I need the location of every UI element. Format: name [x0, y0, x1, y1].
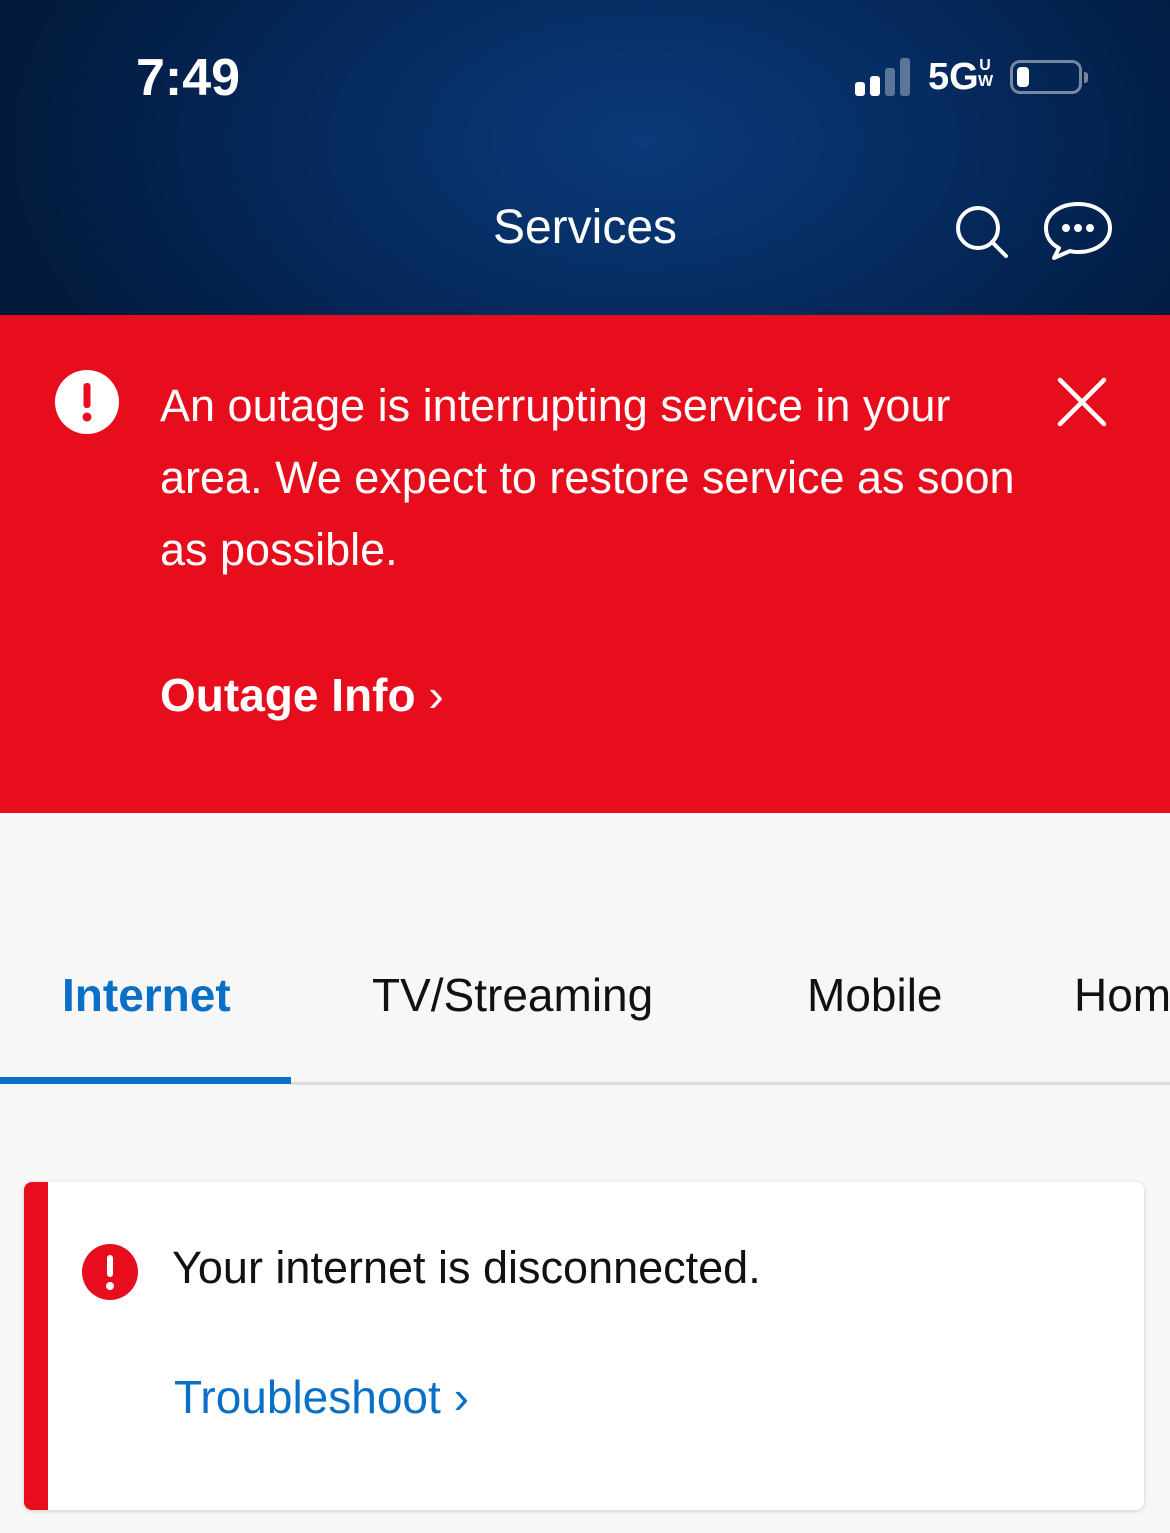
active-tab-indicator	[0, 1077, 291, 1084]
error-stripe	[24, 1182, 48, 1510]
chat-icon[interactable]	[1042, 200, 1114, 264]
status-time: 7:49	[136, 49, 241, 107]
exclamation-circle-icon	[82, 1244, 138, 1300]
internet-status-message: Your internet is disconnected.	[172, 1242, 761, 1293]
outage-message: An outage is interrupting service in you…	[160, 380, 1015, 575]
app-header: 7:49 5G UW Services	[0, 0, 1170, 315]
signal-icon	[855, 58, 915, 98]
tab-home[interactable]: Home	[1074, 968, 1170, 1022]
outage-info-link[interactable]: Outage Info ›	[160, 668, 444, 722]
network-type: 5G UW	[928, 56, 994, 98]
troubleshoot-link[interactable]: Troubleshoot ›	[174, 1370, 469, 1424]
internet-status-card: Your internet is disconnected. Troublesh…	[24, 1182, 1144, 1510]
close-icon[interactable]	[1052, 372, 1112, 432]
chevron-right-icon: ›	[453, 1371, 469, 1423]
battery-tip	[1084, 72, 1088, 83]
exclamation-circle-icon	[55, 370, 119, 434]
tab-internet[interactable]: Internet	[62, 968, 231, 1022]
tabs-divider	[291, 1082, 1170, 1085]
search-icon[interactable]	[950, 200, 1014, 264]
battery-icon	[1010, 60, 1082, 94]
tab-mobile[interactable]: Mobile	[807, 968, 943, 1022]
tab-tv-streaming[interactable]: TV/Streaming	[372, 968, 653, 1022]
chevron-right-icon: ›	[428, 669, 444, 721]
service-tabs: Internet TV/Streaming Mobile Home	[0, 930, 1170, 1085]
